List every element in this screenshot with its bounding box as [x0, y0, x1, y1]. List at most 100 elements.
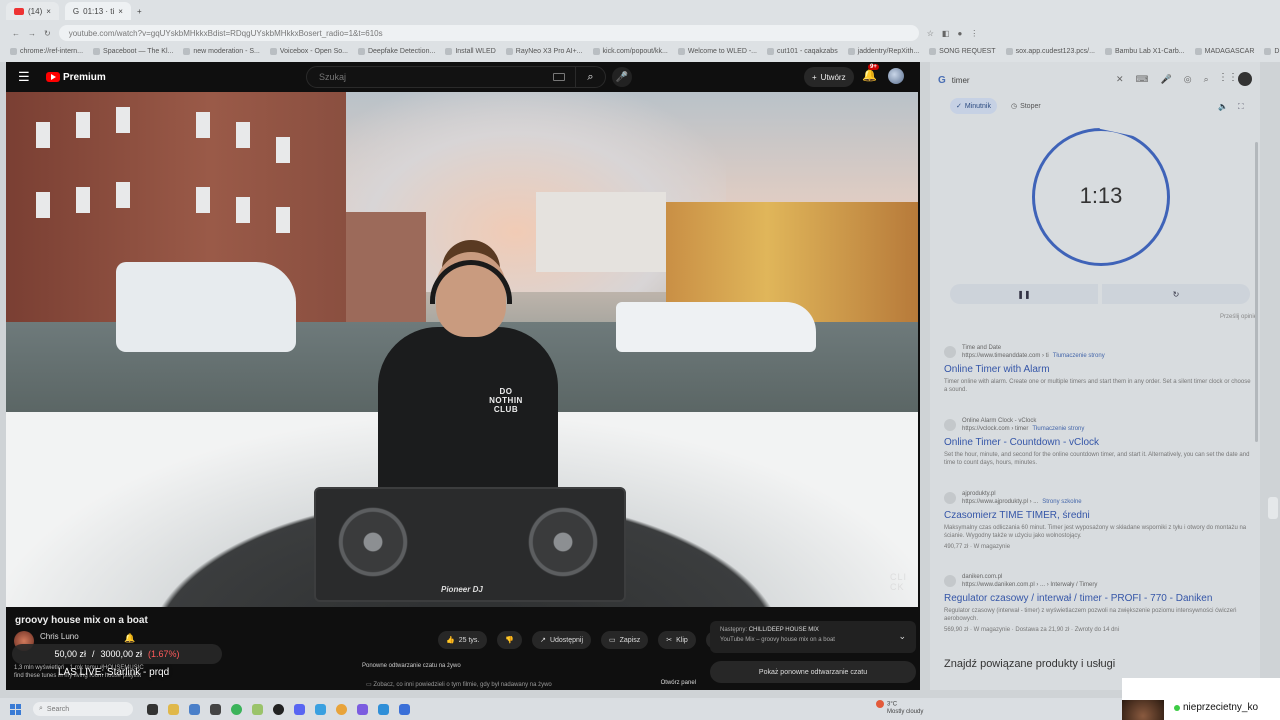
- clip-button[interactable]: ✂ Klip: [658, 631, 696, 649]
- reset-button[interactable]: ↻: [1102, 284, 1250, 304]
- result-title-link[interactable]: Regulator czasowy / interwał / timer - P…: [944, 593, 1254, 604]
- app-icon[interactable]: [210, 703, 221, 715]
- like-button[interactable]: 👍 25 tys.: [438, 631, 488, 649]
- fullscreen-icon[interactable]: ⛶: [1238, 102, 1244, 112]
- result-snippet: Maksymalny czas odliczania 60 minut. Tim…: [944, 525, 1247, 539]
- spotify-icon[interactable]: [231, 703, 242, 715]
- bookmark-item[interactable]: Spaceboot — The Kl...: [93, 47, 173, 55]
- dislike-button[interactable]: 👎: [497, 631, 523, 649]
- google-search-input[interactable]: [951, 75, 1072, 85]
- video-boat: [116, 262, 296, 352]
- bookmark-favicon-icon: [10, 47, 17, 55]
- bookmark-item[interactable]: Deepfake Detection...: [357, 47, 435, 55]
- app-icon[interactable]: [399, 703, 410, 715]
- show-chat-replay-button[interactable]: Pokaż ponowne odtwarzanie czatu: [710, 661, 916, 683]
- star-icon[interactable]: ☆: [927, 29, 934, 38]
- dj-controller: Pioneer DJ: [314, 487, 626, 602]
- live-overlay-text: LAS LIVE: Starlink - prqd: [58, 667, 170, 678]
- lens-icon[interactable]: ◎: [1184, 74, 1192, 85]
- feedback-link[interactable]: Prześlij opinię: [1220, 314, 1257, 320]
- bookmark-item[interactable]: Bambu Lab X1-Carb...: [1104, 47, 1185, 55]
- app-icon[interactable]: [273, 703, 284, 715]
- chrome-icon[interactable]: [336, 703, 347, 715]
- result-title-link[interactable]: Online Timer - Countdown - vClock: [944, 437, 1254, 448]
- chip-stopwatch[interactable]: ◷ Stoper: [1005, 98, 1047, 114]
- tab-google-timer[interactable]: G 01:13 · ti ×: [64, 2, 131, 20]
- clear-icon[interactable]: ✕: [1116, 74, 1124, 85]
- reload-icon[interactable]: ↻: [44, 29, 51, 38]
- bookmark-item[interactable]: cut101 - caqakzabs: [766, 47, 838, 55]
- bookmark-item[interactable]: DEV: [1264, 47, 1280, 55]
- search-icon[interactable]: ⌕: [1204, 74, 1209, 85]
- mic-icon[interactable]: 🎤: [612, 67, 632, 87]
- app-icon[interactable]: [147, 703, 158, 715]
- app-icon[interactable]: [315, 703, 326, 715]
- menu-icon[interactable]: ☰: [18, 69, 32, 85]
- pause-button[interactable]: ❚❚: [950, 284, 1098, 304]
- subscribe-bell-icon[interactable]: 🔔: [124, 633, 135, 644]
- bookmark-item[interactable]: Install WLED: [445, 47, 496, 55]
- close-icon[interactable]: ×: [46, 7, 51, 16]
- app-icon[interactable]: [357, 703, 368, 715]
- share-icon: ↗: [540, 637, 546, 644]
- menu-icon[interactable]: ⋮: [970, 29, 978, 38]
- search-input[interactable]: [319, 72, 553, 82]
- result-title-link[interactable]: Czasomierz TIME TIMER, średni: [944, 510, 1254, 521]
- folder-icon[interactable]: [168, 703, 179, 715]
- scrollbar[interactable]: [1255, 142, 1258, 442]
- bookmark-favicon-icon: [269, 47, 277, 55]
- shirt-print: DO NOTHIN CLUB: [489, 387, 523, 414]
- open-panel-link[interactable]: Otwórz panel: [661, 680, 696, 686]
- keyboard-icon[interactable]: [553, 73, 565, 81]
- app-icon[interactable]: [189, 703, 200, 715]
- video-player[interactable]: DO NOTHIN CLUB Pioneer DJ CLI CK: [6, 92, 918, 607]
- bookmark-item[interactable]: MADAGASCAR: [1194, 47, 1254, 55]
- bookmark-item[interactable]: chrome://ref-intern...: [10, 47, 83, 55]
- chevron-down-icon[interactable]: ⌄: [898, 631, 906, 642]
- thumbs-up-icon: 👍: [446, 637, 455, 644]
- sound-icon[interactable]: 🔈: [1218, 102, 1228, 111]
- bookmark-item[interactable]: SONG REQUEST: [929, 47, 996, 55]
- create-button[interactable]: + Utwórz: [804, 67, 854, 87]
- bookmark-item[interactable]: RayNeo X3 Pro AI+...: [505, 47, 583, 55]
- close-icon[interactable]: ×: [118, 7, 123, 16]
- address-row: ← → ↻ youtube.com/watch?v=gqUYskbMHkkxBd…: [6, 24, 1280, 42]
- side-extension-icon[interactable]: [1268, 497, 1278, 519]
- tab-youtube[interactable]: (14) ×: [6, 2, 59, 20]
- bookmark-item[interactable]: Voicebox - Open So...: [269, 47, 348, 55]
- bookmark-item[interactable]: sox.app.cudest123.pcs/...: [1005, 47, 1095, 55]
- youtube-logo[interactable]: Premium: [46, 72, 106, 83]
- weather-widget[interactable]: 3°C Mostly cloudy: [876, 700, 923, 716]
- taskbar-search[interactable]: ⌕ Search: [33, 702, 133, 716]
- related-products-heading[interactable]: Znajdź powiązane produkty i usługi: [944, 658, 1115, 670]
- channel-name[interactable]: Chris Luno: [40, 632, 79, 641]
- result-title-link[interactable]: Online Timer with Alarm: [944, 364, 1254, 375]
- forward-icon[interactable]: →: [28, 29, 36, 38]
- search-icon: ⌕: [39, 705, 43, 712]
- keyboard-icon[interactable]: ⌨: [1136, 74, 1149, 85]
- chip-timer[interactable]: ✓ Minutnik: [950, 98, 997, 114]
- avatar[interactable]: [888, 68, 904, 84]
- windows-start-icon[interactable]: [10, 703, 21, 715]
- profile-icon[interactable]: ●: [957, 29, 962, 38]
- avatar[interactable]: [1238, 72, 1252, 86]
- apps-grid-icon[interactable]: ⋮⋮: [1218, 72, 1238, 83]
- app-icon[interactable]: [378, 703, 389, 715]
- share-button[interactable]: ↗ Udostępnij: [532, 631, 592, 649]
- bookmark-item[interactable]: jaddentry/RepXith...: [847, 47, 919, 55]
- notifications-bell-icon[interactable]: 🔔 9+: [862, 64, 879, 82]
- extensions-icon[interactable]: ◧: [942, 29, 950, 38]
- bookmark-item[interactable]: new moderation - S...: [183, 47, 260, 55]
- next-video-card[interactable]: Następny: CHILL/DEEP HOUSE MIX YouTube M…: [710, 621, 916, 653]
- url-bar[interactable]: youtube.com/watch?v=gqUYskbMHkkxBdist=RD…: [58, 25, 919, 41]
- back-icon[interactable]: ←: [12, 29, 20, 38]
- bookmark-item[interactable]: kick.com/popout/kk...: [592, 47, 668, 55]
- search-icon[interactable]: ⌕: [575, 67, 605, 87]
- bookmark-item[interactable]: Welcome to WLED -...: [677, 47, 757, 55]
- new-tab-button[interactable]: +: [137, 7, 142, 16]
- save-button[interactable]: ▭ Zapisz: [601, 631, 649, 649]
- discord-icon[interactable]: [294, 703, 305, 715]
- mic-icon[interactable]: 🎤: [1161, 74, 1172, 85]
- app-icon[interactable]: [252, 703, 263, 715]
- video-building: [536, 192, 666, 272]
